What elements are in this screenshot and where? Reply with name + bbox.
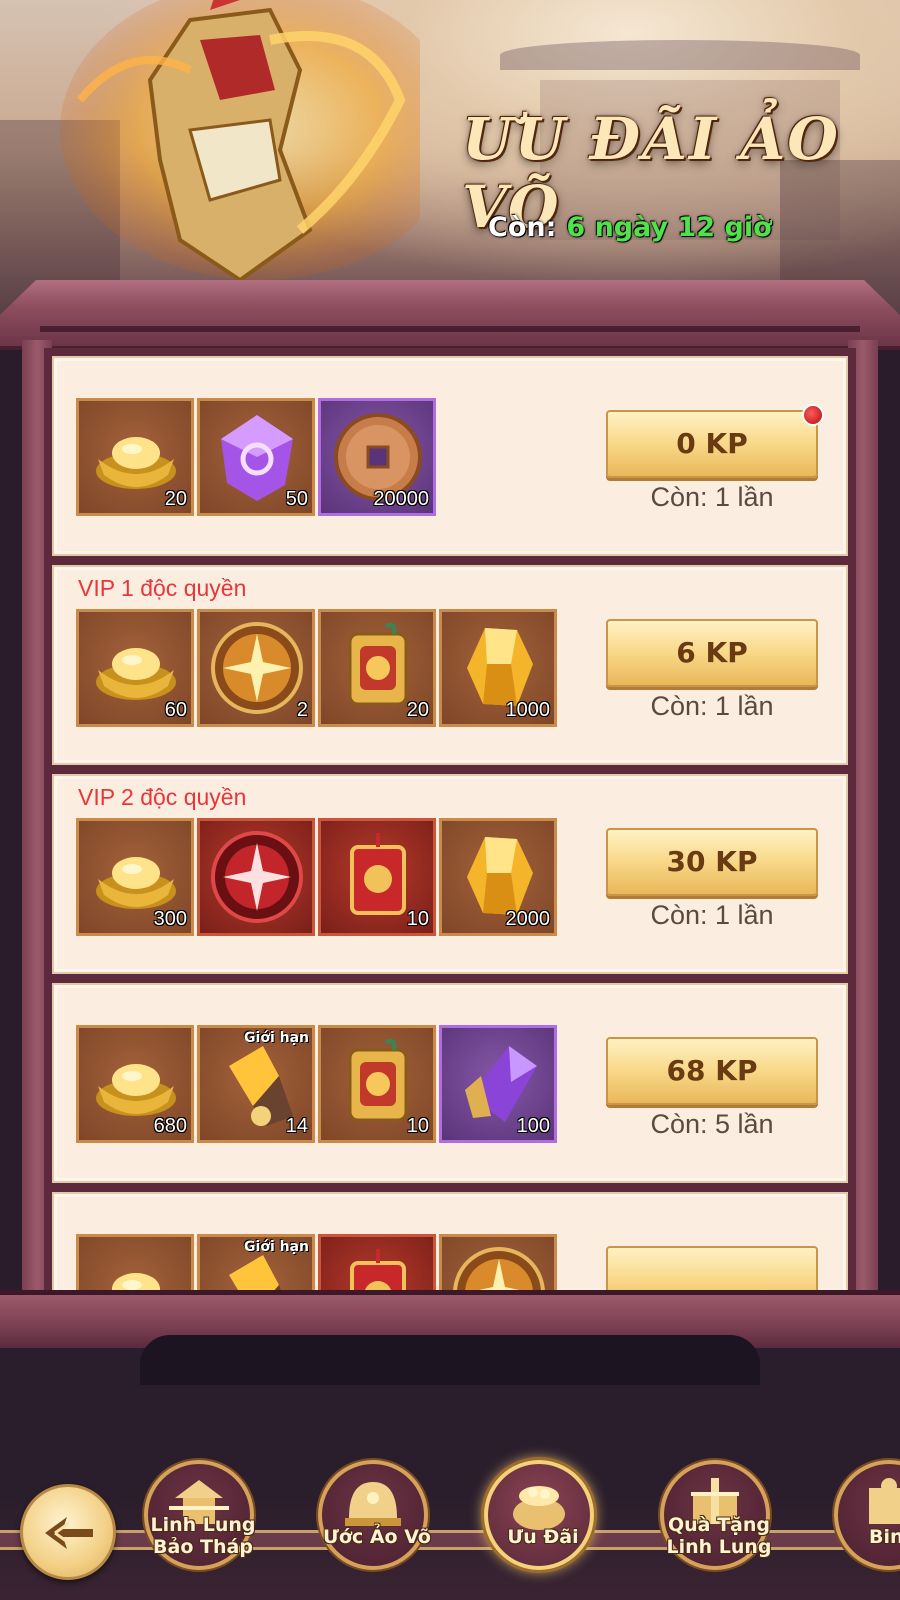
- notification-dot-icon: [802, 404, 824, 426]
- cabinet-top-frame: [0, 280, 900, 350]
- offer-vip-label: VIP 1 độc quyền: [78, 575, 247, 601]
- item-quantity: 2: [296, 699, 308, 721]
- bottom-area: [0, 1348, 900, 1600]
- nav-item-2[interactable]: Ước Ảo Võ: [318, 1460, 431, 1570]
- reward-item-slot[interactable]: 10: [318, 818, 436, 936]
- remaining-count: Còn: 1 lần: [650, 900, 774, 930]
- nav-item-label: Linh Lung Bảo Tháp: [150, 1514, 256, 1558]
- item-quantity: 2000: [505, 908, 551, 930]
- reward-item-slot[interactable]: [197, 818, 315, 936]
- buy-button[interactable]: 68 KP: [606, 1037, 818, 1105]
- reward-item-slot[interactable]: 680: [76, 1025, 194, 1143]
- reward-item-slot[interactable]: 2: [197, 609, 315, 727]
- nav-item-label: Binh: [868, 1526, 900, 1548]
- reward-item-slot[interactable]: 100: [439, 1025, 557, 1143]
- item-quantity: 100: [516, 1115, 550, 1137]
- offer-list[interactable]: 20 50 20000 0 KP Còn: 1 lần VIP 1 độc quyền 60…: [44, 348, 856, 1293]
- item-quantity: 20000: [373, 488, 429, 510]
- buy-button-price: 6 KP: [676, 636, 748, 669]
- reward-item-slot[interactable]: 20000: [318, 398, 436, 516]
- reward-item-slot[interactable]: 300: [76, 818, 194, 936]
- buy-button-price: 0 KP: [676, 427, 748, 460]
- reward-item-slot[interactable]: 20: [318, 609, 436, 727]
- nav-item-label: Ưu Đãi: [507, 1526, 579, 1548]
- offer-row: Giới hạn: [52, 1192, 848, 1293]
- item-quantity: 1000: [505, 699, 551, 721]
- offer-row: 680 Giới hạn 14 10 100 68 KP Còn: 5 lần: [52, 983, 848, 1183]
- remaining-count: Còn: 1 lần: [650, 691, 774, 721]
- reward-item-slot[interactable]: 2000: [439, 818, 557, 936]
- timer-value: 6 ngày 12 giờ: [566, 212, 772, 243]
- reward-item-slot[interactable]: 1000: [439, 609, 557, 727]
- event-timer: Còn: 6 ngày 12 giờ: [488, 212, 772, 243]
- buy-button-price: 30 KP: [666, 845, 758, 878]
- remaining-count: Còn: 1 lần: [650, 482, 774, 512]
- item-quantity: 20: [164, 488, 187, 510]
- buy-button[interactable]: [606, 1246, 818, 1293]
- reward-item-slot[interactable]: 50: [197, 398, 315, 516]
- item-quantity: 20: [406, 699, 429, 721]
- back-arrow-icon: [45, 1517, 93, 1549]
- offer-items: Giới hạn: [76, 1234, 557, 1293]
- reward-item-slot[interactable]: Giới hạn 14: [197, 1025, 315, 1143]
- item-quantity: 14: [285, 1115, 308, 1137]
- reward-item-slot[interactable]: 60: [76, 609, 194, 727]
- item-quantity: 10: [406, 908, 429, 930]
- offer-items: 60 2 20 1000: [76, 609, 557, 727]
- timer-label: Còn:: [488, 212, 557, 243]
- nav-item-label: Quà Tặng Linh Lung: [666, 1514, 772, 1558]
- nav-item-label: Ước Ảo Võ: [323, 1526, 431, 1548]
- background-roof: [500, 40, 860, 70]
- offer-items: 680 Giới hạn 14 10 100: [76, 1025, 557, 1143]
- buy-button-price: 68 KP: [666, 1054, 758, 1087]
- back-button[interactable]: [20, 1484, 116, 1580]
- buy-button[interactable]: 0 KP: [606, 404, 824, 478]
- reward-item-slot[interactable]: 10: [318, 1025, 436, 1143]
- item-quantity: 680: [153, 1115, 187, 1137]
- reward-item-slot[interactable]: Giới hạn: [197, 1234, 315, 1293]
- remaining-count: Còn: 5 lần: [650, 1109, 774, 1139]
- offer-row: VIP 1 độc quyền 60 2 20 1000 6 KP Còn: 1 lần: [52, 565, 848, 765]
- nav-item-3[interactable]: Ưu Đãi: [484, 1460, 594, 1570]
- limited-tag: Giới hạn: [244, 1239, 309, 1255]
- item-quantity: 300: [153, 908, 187, 930]
- item-quantity: 60: [164, 699, 187, 721]
- buy-button[interactable]: 6 KP: [606, 619, 818, 687]
- reward-item-slot[interactable]: [318, 1234, 436, 1293]
- offer-items: 300 10 2000: [76, 818, 557, 936]
- item-quantity: 50: [285, 488, 308, 510]
- item-quantity: 10: [406, 1115, 429, 1137]
- offer-items: 20 50 20000: [76, 398, 436, 516]
- cabinet-shadow: [140, 1335, 760, 1385]
- reward-item-slot[interactable]: 20: [76, 398, 194, 516]
- nav-item-1[interactable]: Linh Lung Bảo Tháp: [144, 1460, 256, 1570]
- nav-item-4[interactable]: Quà Tặng Linh Lung: [660, 1460, 772, 1570]
- buy-button[interactable]: 30 KP: [606, 828, 818, 896]
- offer-row: 20 50 20000 0 KP Còn: 1 lần: [52, 356, 848, 556]
- offer-row: VIP 2 độc quyền 300 10 2000 30 KP Còn: 1 lần: [52, 774, 848, 974]
- reward-item-slot[interactable]: [76, 1234, 194, 1293]
- reward-item-slot[interactable]: [439, 1234, 557, 1293]
- warrior-artwork-icon: [60, 0, 420, 283]
- offer-vip-label: VIP 2 độc quyền: [78, 784, 247, 810]
- limited-tag: Giới hạn: [244, 1030, 309, 1046]
